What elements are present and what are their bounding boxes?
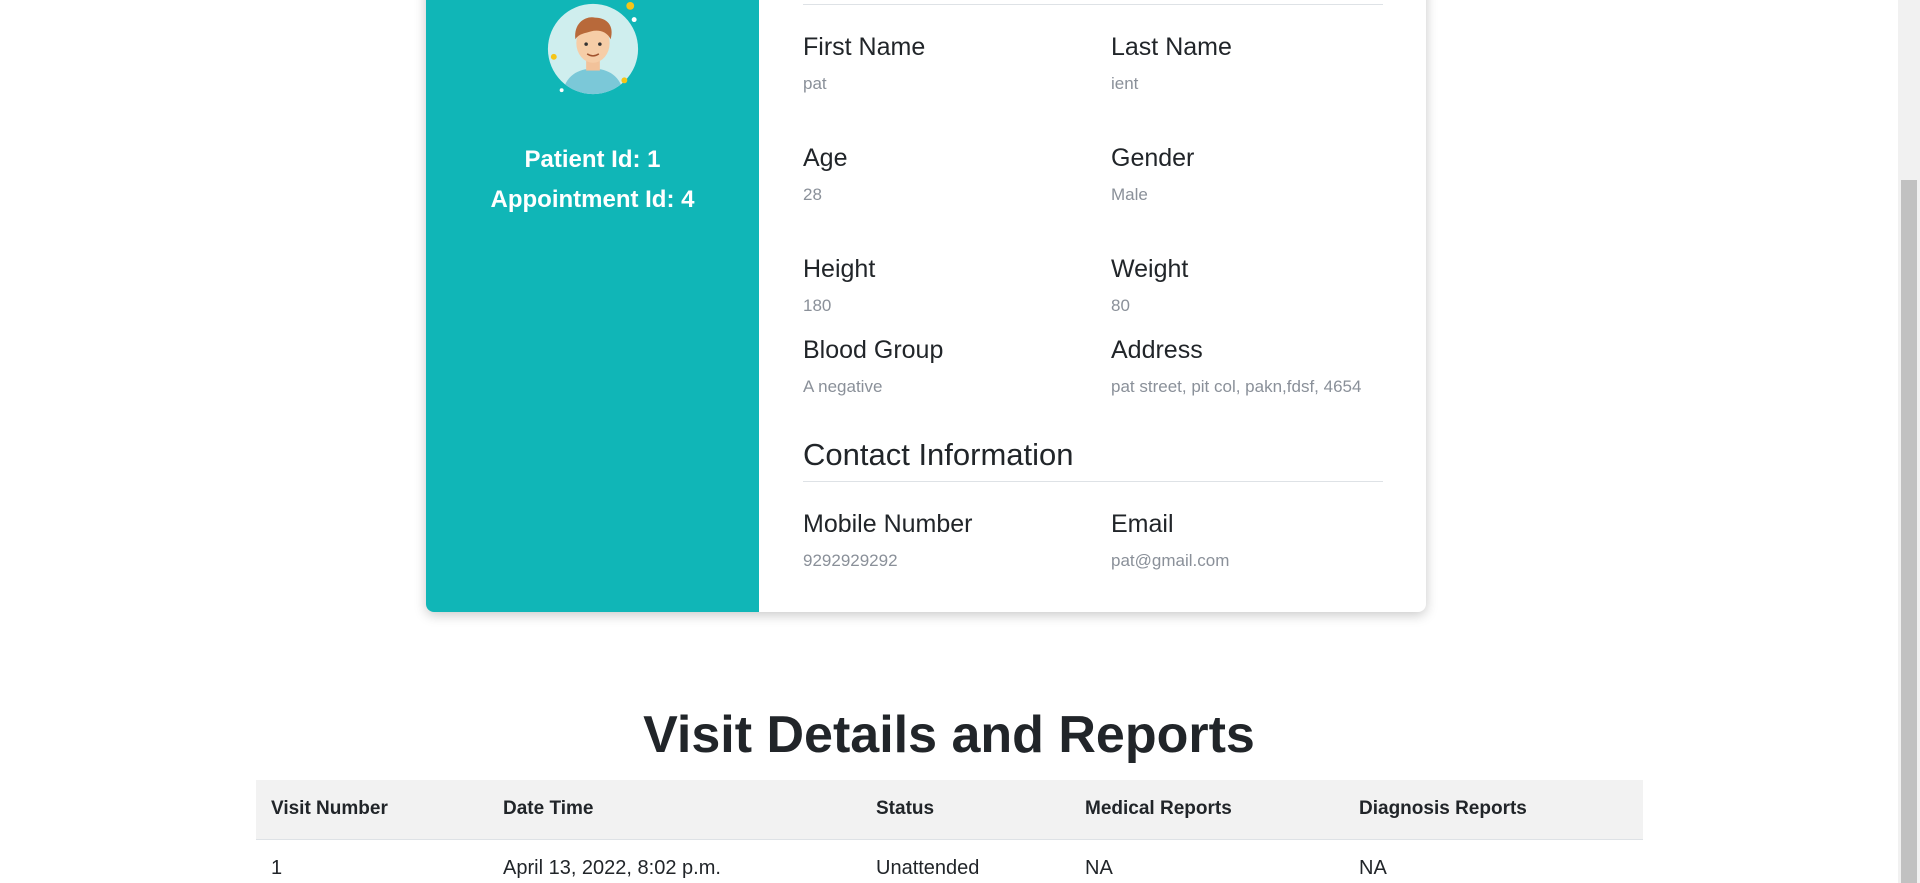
section-divider (803, 481, 1383, 482)
patient-id-text: Patient Id: 1 (524, 146, 661, 173)
gender-label: Gender (1111, 144, 1195, 172)
weight-value: 80 (1111, 296, 1130, 315)
last-name-value: ient (1111, 74, 1139, 93)
age-label: Age (803, 144, 848, 172)
diagnosis-reports-cell: NA (1359, 857, 1387, 880)
patient-profile-card: Patient Id: 1 Appointment Id: 4 First Na… (426, 0, 1426, 612)
contact-information-heading: Contact Information (803, 437, 1074, 472)
profile-details: First Name pat Last Name ient Age 28 Gen… (759, 0, 1426, 612)
blood-group-label: Blood Group (803, 336, 944, 364)
email-label: Email (1111, 510, 1174, 538)
mobile-number-field: Mobile Number 9292929292 (803, 509, 973, 571)
medical-reports-cell: NA (1085, 857, 1113, 880)
visit-table: Visit Number Date Time Status Medical Re… (256, 780, 1643, 883)
email-field: Email pat@gmail.com (1111, 509, 1229, 571)
profile-sidebar: Patient Id: 1 Appointment Id: 4 (426, 0, 759, 612)
table-row: 1 April 13, 2022, 8:02 p.m. Unattended N… (256, 839, 1643, 883)
email-value: pat@gmail.com (1111, 551, 1230, 570)
height-value: 180 (803, 296, 832, 315)
blood-group-field: Blood Group A negative (803, 335, 943, 397)
column-header-diagnosis-reports: Diagnosis Reports (1344, 780, 1643, 840)
first-name-field: First Name pat (803, 32, 925, 94)
table-header-row: Visit Number Date Time Status Medical Re… (256, 780, 1643, 840)
age-field: Age 28 (803, 143, 847, 205)
mobile-number-label: Mobile Number (803, 510, 973, 538)
height-field: Height 180 (803, 254, 875, 316)
age-value: 28 (803, 185, 822, 204)
first-name-label: First Name (803, 33, 926, 61)
appointment-id-text: Appointment Id: 4 (490, 186, 695, 213)
page: Patient Id: 1 Appointment Id: 4 First Na… (0, 0, 1920, 883)
weight-label: Weight (1111, 255, 1189, 283)
patient-avatar-icon (547, 1, 639, 95)
gender-field: Gender Male (1111, 143, 1194, 205)
scrollbar-thumb[interactable] (1901, 180, 1917, 883)
visit-number-cell: 1 (271, 857, 283, 880)
weight-field: Weight 80 (1111, 254, 1188, 316)
address-label: Address (1111, 336, 1203, 364)
mobile-number-value: 9292929292 (803, 551, 898, 570)
column-header-medical-reports: Medical Reports (1070, 780, 1344, 840)
column-header-date-time: Date Time (488, 780, 861, 840)
section-divider (803, 4, 1383, 5)
last-name-field: Last Name ient (1111, 32, 1232, 94)
profile-ids: Patient Id: 1 Appointment Id: 4 (426, 140, 759, 220)
blood-group-value: A negative (803, 377, 883, 396)
vertical-scrollbar[interactable] (1898, 0, 1920, 883)
height-label: Height (803, 255, 876, 283)
visit-details-heading: Visit Details and Reports (643, 706, 1255, 764)
first-name-value: pat (803, 74, 827, 93)
column-header-visit-number: Visit Number (256, 780, 488, 840)
last-name-label: Last Name (1111, 33, 1232, 61)
address-value: pat street, pit col, pakn,fdsf, 4654 (1111, 377, 1362, 396)
address-field: Address pat street, pit col, pakn,fdsf, … (1111, 335, 1361, 397)
date-time-cell: April 13, 2022, 8:02 p.m. (503, 857, 721, 880)
status-cell: Unattended (876, 857, 980, 880)
column-header-status: Status (861, 780, 1070, 840)
gender-value: Male (1111, 185, 1148, 204)
